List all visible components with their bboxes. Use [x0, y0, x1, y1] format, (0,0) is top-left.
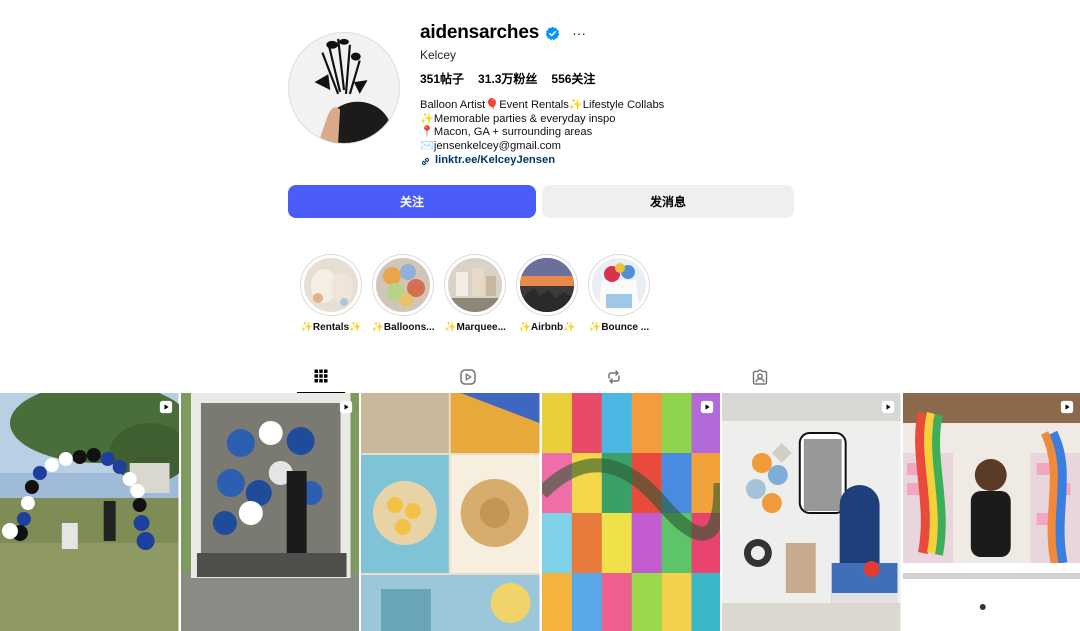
post-image: [361, 393, 540, 631]
full-name: Kelcey: [420, 48, 457, 62]
post-image: [0, 393, 179, 631]
highlight-cover: [588, 254, 650, 316]
post-image: [541, 393, 720, 631]
bio-line: ✉️jensenkelcey@gmail.com: [420, 139, 561, 152]
highlight-airbnb[interactable]: ✨Airbnb✨: [511, 254, 583, 333]
highlight-marquee[interactable]: ✨Marquee...: [439, 254, 511, 333]
post-image: [902, 393, 1080, 631]
bio-link[interactable]: linktr.ee/KelceyJensen: [420, 154, 664, 168]
tab-reposts[interactable]: [590, 360, 638, 393]
tab-reels[interactable]: [444, 360, 492, 393]
post-thumbnail[interactable]: [541, 393, 720, 631]
highlight-cover: [516, 254, 578, 316]
bio-line: 📍Macon, GA + surrounding areas: [420, 126, 593, 139]
highlight-label: ✨Airbnb✨: [518, 322, 576, 333]
username: aidensarches: [420, 22, 540, 43]
bio-link-text[interactable]: linktr.ee/KelceyJensen: [435, 154, 555, 168]
bio-line: Balloon Artist🎈Event Rentals✨Lifestyle C…: [420, 99, 665, 111]
reels-icon: [460, 368, 476, 385]
highlight-cover: [444, 254, 506, 316]
profile-tabs: [0, 360, 1080, 393]
post-image: [180, 393, 359, 631]
reel-badge-icon: [1060, 400, 1074, 414]
post-grid: [0, 393, 1080, 631]
highlight-balloons[interactable]: ✨Balloons...: [367, 254, 439, 333]
more-options-button[interactable]: ···: [572, 25, 586, 41]
tab-posts[interactable]: [297, 360, 345, 393]
message-button[interactable]: 发消息: [542, 185, 794, 218]
profile-avatar[interactable]: [288, 32, 400, 144]
tagged-icon: [752, 368, 768, 385]
post-image: [722, 393, 901, 631]
highlight-rentals[interactable]: ✨Rentals✨: [295, 254, 367, 333]
following-count[interactable]: 556关注: [551, 70, 595, 87]
followers-count[interactable]: 31.3万粉丝: [478, 70, 537, 87]
reel-badge-icon: [159, 400, 172, 414]
grid-icon: [314, 369, 328, 383]
link-icon: [421, 157, 430, 165]
profile-stats: 351帖子 31.3万粉丝 556关注: [420, 70, 595, 87]
posts-count: 351帖子: [420, 72, 465, 86]
post-thumbnail[interactable]: [361, 393, 540, 631]
repost-icon: [608, 369, 620, 384]
highlight-cover: [372, 254, 434, 316]
post-thumbnail[interactable]: [722, 393, 901, 631]
post-thumbnail[interactable]: [180, 393, 359, 631]
reel-badge-icon: [881, 400, 894, 414]
verified-badge-icon: [545, 26, 560, 40]
avatar-image: [289, 33, 399, 143]
highlight-label: ✨Bounce ...: [588, 322, 650, 333]
bio-line: ✨Memorable parties & everyday inspo: [420, 112, 616, 125]
bio: Balloon Artist🎈Event Rentals✨Lifestyle C…: [420, 99, 664, 168]
reel-badge-icon: [700, 400, 714, 414]
highlight-cover: [300, 254, 362, 316]
highlight-bounce[interactable]: ✨Bounce ...: [583, 254, 655, 333]
follow-button[interactable]: 关注: [288, 185, 536, 218]
reel-badge-icon: [339, 400, 353, 414]
post-thumbnail[interactable]: [0, 393, 179, 631]
highlight-label: ✨Rentals✨: [300, 322, 362, 333]
highlight-label: ✨Balloons...: [371, 322, 435, 333]
username-row: aidensarches ···: [420, 20, 586, 46]
post-thumbnail[interactable]: [902, 393, 1080, 631]
highlight-label: ✨Marquee...: [444, 322, 506, 333]
tab-tagged[interactable]: [736, 360, 784, 393]
